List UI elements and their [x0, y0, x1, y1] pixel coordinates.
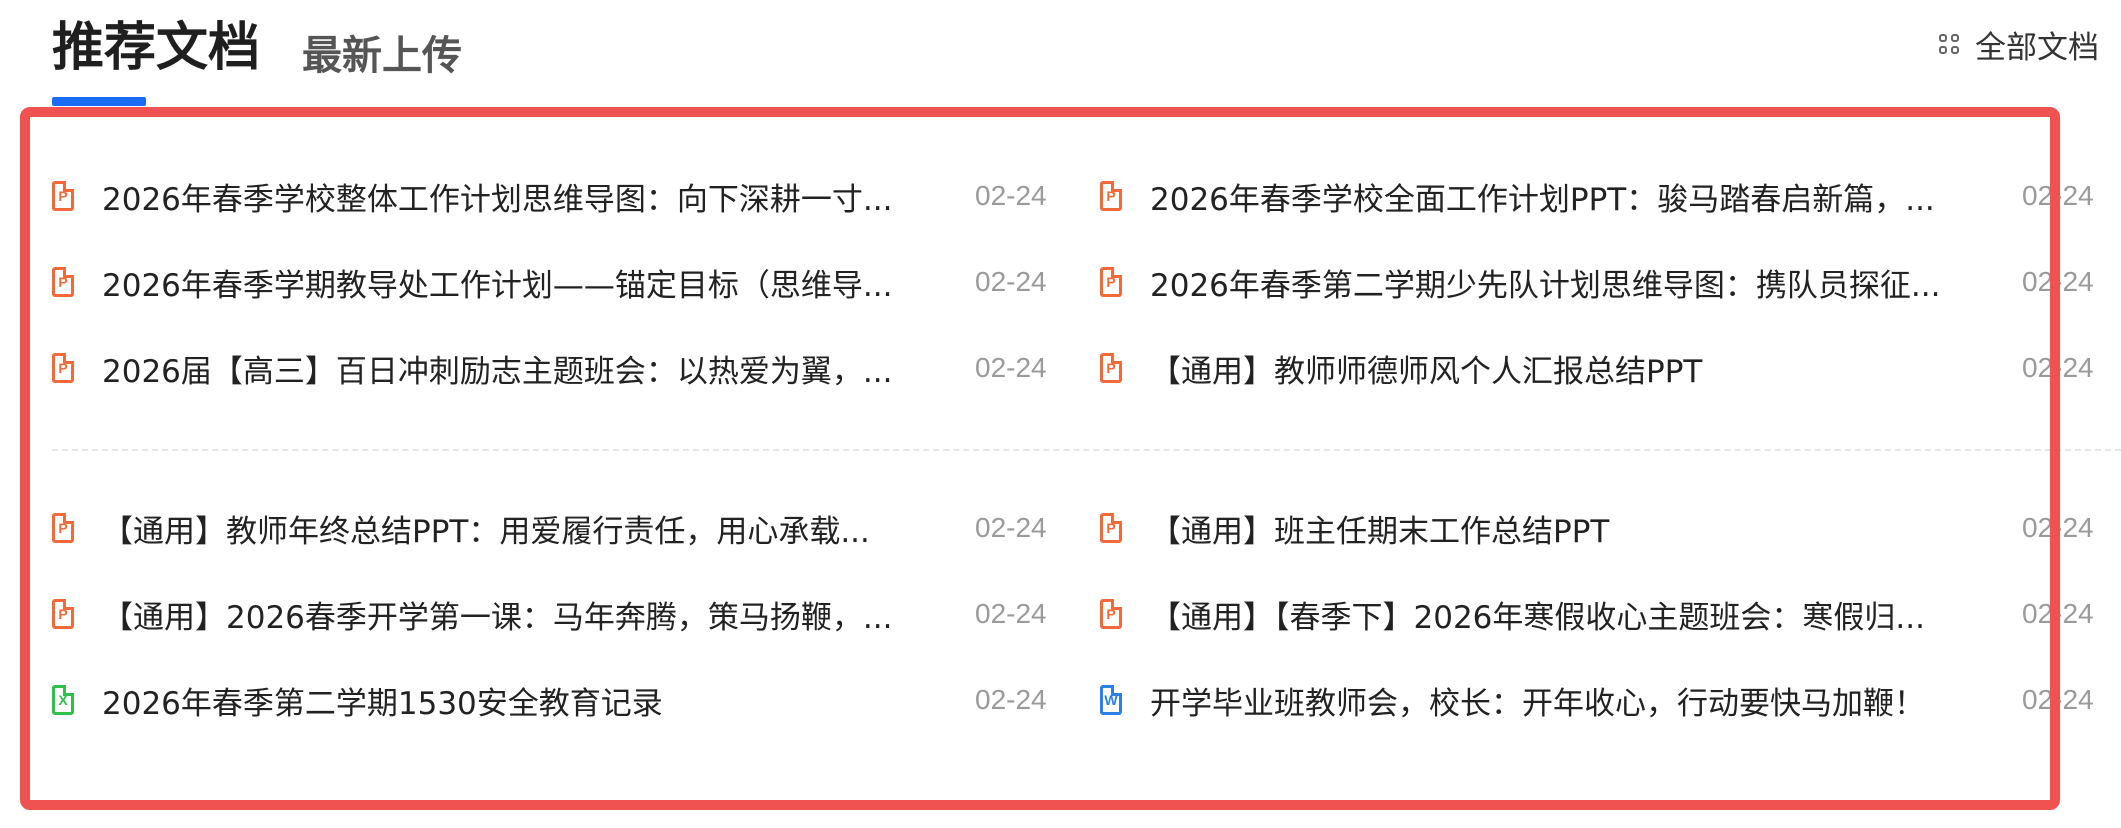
all-docs-link[interactable]: 全部文档 [1939, 22, 2099, 67]
doc-title: 2026年春季第二学期1530安全教育记录 [102, 685, 663, 722]
doc-title: 2026年春季学校整体工作计划思维导图：向下深耕一寸... [102, 181, 893, 218]
doc-item[interactable]: P 【通用】2026春季开学第一课：马年奔腾，策马扬鞭，... 02-24 [52, 584, 1052, 644]
doc-date: 02-24 [2022, 598, 2094, 629]
doc-date: 02-24 [975, 512, 1047, 543]
doc-item[interactable]: P 2026届【高三】百日冲刺励志主题班会：以热爱为翼，... 02-24 [52, 338, 1052, 398]
doc-date: 02-24 [2022, 266, 2094, 297]
doc-date: 02-24 [2022, 684, 2094, 715]
tab-bar: 推荐文档 最新上传 全部文档 [0, 0, 2121, 106]
doc-title: 【通用】教师师德师风个人汇报总结PPT [1150, 353, 1703, 390]
doc-item[interactable]: P 2026年春季学校整体工作计划思维导图：向下深耕一寸... 02-24 [52, 166, 1052, 226]
doc-item[interactable]: P 2026年春季学期教导处工作计划——锚定目标（思维导... 02-24 [52, 252, 1052, 312]
ppt-file-icon: P [1100, 513, 1122, 543]
ppt-file-icon: P [52, 599, 74, 629]
ppt-file-icon: P [1100, 181, 1122, 211]
doc-item[interactable]: P 2026年春季第二学期少先队计划思维导图：携队员探征... 02-24 [1100, 252, 2121, 312]
ppt-file-icon: P [52, 513, 74, 543]
excel-file-icon: X [52, 685, 74, 715]
doc-item[interactable]: P 【通用】教师师德师风个人汇报总结PPT 02-24 [1100, 338, 2121, 398]
doc-title: 【通用】【春季下】2026年寒假收心主题班会：寒假归... [1150, 599, 1925, 636]
doc-item[interactable]: P 2026年春季学校全面工作计划PPT：骏马踏春启新篇，... 02-24 [1100, 166, 2121, 226]
doc-date: 02-24 [975, 180, 1047, 211]
doc-title: 2026年春季第二学期少先队计划思维导图：携队员探征... [1150, 267, 1941, 304]
doc-item[interactable]: W 开学毕业班教师会，校长：开年收心，行动要快马加鞭！ 02-24 [1100, 670, 2121, 730]
doc-date: 02-24 [2022, 512, 2094, 543]
word-file-icon: W [1100, 685, 1122, 715]
doc-date: 02-24 [975, 352, 1047, 383]
grid-icon [1939, 33, 1961, 56]
ppt-file-icon: P [52, 353, 74, 383]
ppt-file-icon: P [1100, 599, 1122, 629]
tab-recommended-docs[interactable]: 推荐文档 [52, 10, 260, 86]
tab-latest-uploads[interactable]: 最新上传 [302, 18, 462, 94]
doc-title: 【通用】班主任期末工作总结PPT [1150, 513, 1610, 550]
all-docs-label: 全部文档 [1975, 30, 2099, 66]
ppt-file-icon: P [52, 267, 74, 297]
doc-title: 2026届【高三】百日冲刺励志主题班会：以热爱为翼，... [102, 353, 893, 390]
doc-item[interactable]: X 2026年春季第二学期1530安全教育记录 02-24 [52, 670, 1052, 730]
doc-date: 02-24 [2022, 352, 2094, 383]
doc-date: 02-24 [975, 598, 1047, 629]
doc-date: 02-24 [975, 684, 1047, 715]
ppt-file-icon: P [1100, 267, 1122, 297]
ppt-file-icon: P [52, 181, 74, 211]
doc-item[interactable]: P 【通用】【春季下】2026年寒假收心主题班会：寒假归... 02-24 [1100, 584, 2121, 644]
doc-date: 02-24 [975, 266, 1047, 297]
active-tab-indicator [52, 97, 146, 106]
doc-date: 02-24 [2022, 180, 2094, 211]
doc-title: 2026年春季学校全面工作计划PPT：骏马踏春启新篇，... [1150, 181, 1935, 218]
doc-title: 【通用】2026春季开学第一课：马年奔腾，策马扬鞭，... [102, 599, 893, 636]
doc-item[interactable]: P 【通用】班主任期末工作总结PPT 02-24 [1100, 498, 2121, 558]
group-divider [52, 449, 2121, 451]
doc-item[interactable]: P 【通用】教师年终总结PPT：用爱履行责任，用心承载... 02-24 [52, 498, 1052, 558]
doc-title: 2026年春季学期教导处工作计划——锚定目标（思维导... [102, 267, 893, 304]
doc-title: 【通用】教师年终总结PPT：用爱履行责任，用心承载... [102, 513, 870, 550]
ppt-file-icon: P [1100, 353, 1122, 383]
doc-title: 开学毕业班教师会，校长：开年收心，行动要快马加鞭！ [1150, 685, 1925, 722]
